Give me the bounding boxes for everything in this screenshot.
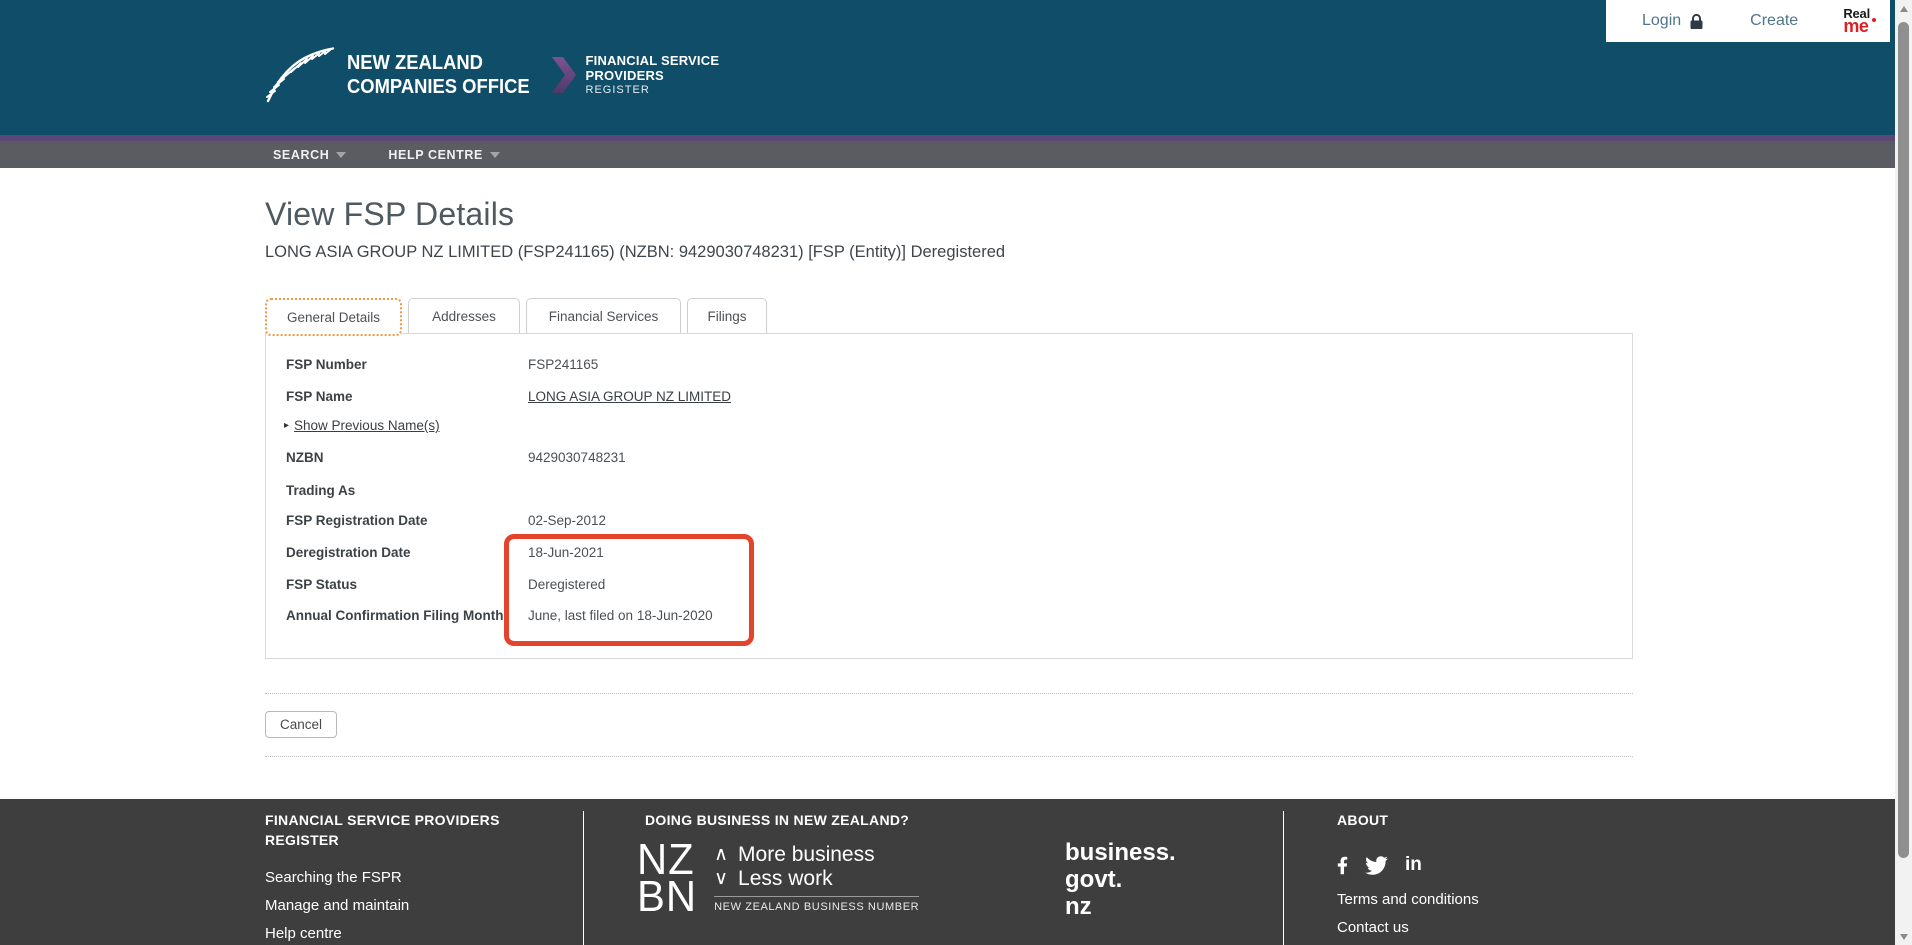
field-fsp-name: FSP Name LONG ASIA GROUP NZ LIMITED xyxy=(286,389,731,404)
silver-fern-icon xyxy=(265,46,335,104)
tab-addresses[interactable]: Addresses xyxy=(408,298,520,333)
scroll-down-arrow-icon[interactable] xyxy=(1895,928,1912,945)
business-govt-nz-logo[interactable]: business. govt. nz xyxy=(1065,839,1176,920)
expand-triangle-icon: ▸ xyxy=(284,420,289,431)
tab-general-details[interactable]: General Details xyxy=(265,298,402,336)
field-fsp-number: FSP Number FSP241165 xyxy=(286,357,598,372)
create-button[interactable]: Create xyxy=(1750,12,1798,30)
footer-divider xyxy=(1283,811,1284,945)
login-panel: Login Create Real me xyxy=(1606,0,1890,42)
companies-office-logo[interactable]: NEW ZEALAND COMPANIES OFFICE FINANCIAL S… xyxy=(265,46,719,104)
login-button[interactable]: Login xyxy=(1642,12,1704,30)
footer-link-contact-us[interactable]: Contact us xyxy=(1337,919,1409,936)
show-previous-names-link[interactable]: ▸ Show Previous Name(s) xyxy=(284,418,440,433)
field-deregistration-date: Deregistration Date 18-Jun-2021 xyxy=(286,545,604,560)
footer-link-help-centre[interactable]: Help centre xyxy=(265,925,342,942)
realme-trademark-dot xyxy=(1872,18,1876,22)
separator-line xyxy=(265,756,1633,757)
field-trading-as: Trading As xyxy=(286,483,528,498)
cancel-button[interactable]: Cancel xyxy=(265,711,337,738)
chevron-down-icon xyxy=(336,152,346,158)
tab-filings[interactable]: Filings xyxy=(687,298,767,333)
chevron-right-icon xyxy=(552,57,576,93)
footer-fspr-heading: FINANCIAL SERVICE PROVIDERS REGISTER xyxy=(265,810,515,850)
fsp-name-link[interactable]: LONG ASIA GROUP NZ LIMITED xyxy=(528,389,731,404)
separator-line xyxy=(265,693,1633,694)
twitter-icon[interactable] xyxy=(1365,856,1388,875)
nav-search-menu[interactable]: SEARCH xyxy=(273,148,346,162)
facebook-icon[interactable] xyxy=(1337,855,1348,876)
footer-link-searching-fspr[interactable]: Searching the FSPR xyxy=(265,869,402,886)
linkedin-icon[interactable]: in xyxy=(1405,854,1422,876)
field-registration-date: FSP Registration Date 02-Sep-2012 xyxy=(286,513,606,528)
site-footer: FINANCIAL SERVICE PROVIDERS REGISTER Sea… xyxy=(0,799,1895,945)
page-title: View FSP Details xyxy=(265,196,514,233)
footer-link-manage-maintain[interactable]: Manage and maintain xyxy=(265,897,409,914)
scroll-up-arrow-icon[interactable] xyxy=(1895,0,1912,17)
caret-up-icon: ∧ xyxy=(714,843,728,867)
nzbn-caption: NEW ZEALAND BUSINESS NUMBER xyxy=(714,896,919,913)
nzbn-logo[interactable]: NZ BN ∧ More business ∨ Less work NEW ZE… xyxy=(637,841,919,915)
footer-divider xyxy=(583,811,584,945)
tab-financial-services[interactable]: Financial Services xyxy=(526,298,681,333)
social-links: in xyxy=(1337,854,1422,876)
detail-tabs: General Details Addresses Financial Serv… xyxy=(265,298,767,336)
vertical-scrollbar[interactable] xyxy=(1895,0,1912,945)
companies-office-wordmark: NEW ZEALAND COMPANIES OFFICE xyxy=(347,51,530,99)
login-label: Login xyxy=(1642,12,1681,30)
footer-about-heading: ABOUT xyxy=(1337,810,1388,830)
entity-summary-line: LONG ASIA GROUP NZ LIMITED (FSP241165) (… xyxy=(265,243,1005,262)
general-details-panel: FSP Number FSP241165 FSP Name LONG ASIA … xyxy=(265,333,1633,659)
realme-logo[interactable]: Real me xyxy=(1843,7,1876,35)
field-annual-confirmation: Annual Confirmation Filing Month June, l… xyxy=(286,608,713,623)
field-nzbn: NZBN 9429030748231 xyxy=(286,450,626,465)
main-navigation: SEARCH HELP CENTRE xyxy=(0,141,1912,168)
field-fsp-status: FSP Status Deregistered xyxy=(286,577,605,592)
chevron-down-icon xyxy=(490,152,500,158)
nav-help-centre-menu[interactable]: HELP CENTRE xyxy=(388,148,500,162)
footer-link-terms[interactable]: Terms and conditions xyxy=(1337,891,1479,908)
site-header: NEW ZEALAND COMPANIES OFFICE FINANCIAL S… xyxy=(0,0,1912,135)
fsp-register-wordmark: FINANCIAL SERVICE PROVIDERS REGISTER xyxy=(586,53,720,97)
nzbn-letters: NZ BN xyxy=(637,841,697,915)
lock-icon xyxy=(1689,13,1704,30)
fspr-view-fsp-details-page: NEW ZEALAND COMPANIES OFFICE FINANCIAL S… xyxy=(0,0,1912,945)
caret-down-icon: ∨ xyxy=(714,867,728,891)
footer-doing-business-heading: DOING BUSINESS IN NEW ZEALAND? xyxy=(645,810,909,830)
scrollbar-thumb[interactable] xyxy=(1898,22,1909,858)
